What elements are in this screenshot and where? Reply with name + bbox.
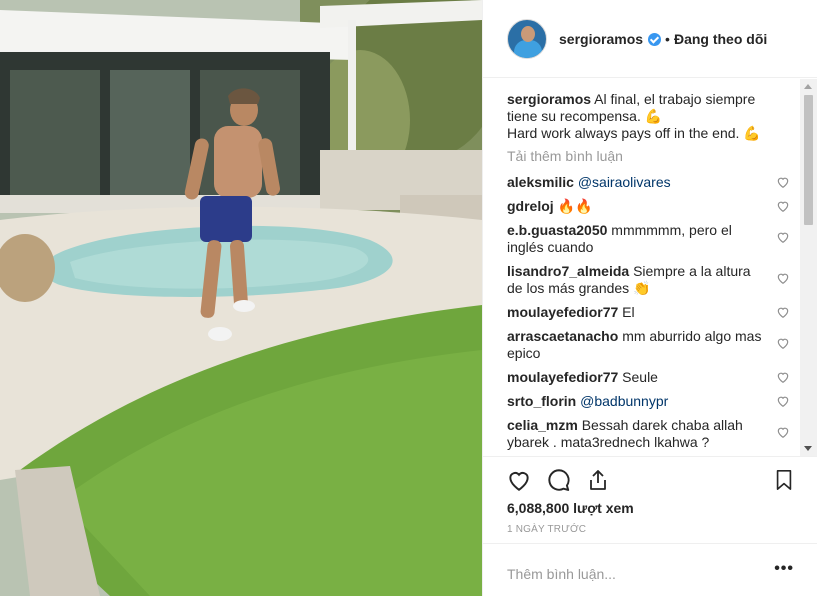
comment-username[interactable]: moulayefedior77 [507, 304, 618, 320]
add-comment-section: Thêm bình luận... ••• [483, 543, 817, 596]
comment-mention[interactable]: @sairaolivares [578, 174, 671, 190]
comment-text: El [622, 304, 635, 320]
comment-item: e.b.guasta2050 mmmmmm, pero el inglés cu… [507, 222, 789, 256]
comment-text: 🔥🔥 [557, 198, 593, 214]
comment-text: Seule [622, 369, 658, 385]
post-timestamp[interactable]: 1 NGÀY TRƯỚC [507, 524, 586, 535]
post-side-panel: sergioramos • Đang theo dõi sergioramos … [482, 0, 817, 596]
comment-item: arrascaetanacho mm aburrido algo mas epi… [507, 328, 789, 362]
comments-scrollbar[interactable] [800, 79, 817, 456]
scrollbar-thumb[interactable] [804, 95, 813, 225]
heart-icon[interactable] [776, 370, 790, 384]
comment-username[interactable]: moulayefedior77 [507, 369, 618, 385]
caption-username[interactable]: sergioramos [507, 91, 591, 107]
scroll-up-arrow-icon[interactable] [804, 84, 812, 89]
comment-item: aleksmilic @sairaolivares [507, 174, 789, 191]
post-video[interactable] [0, 0, 482, 596]
heart-icon[interactable] [505, 467, 533, 493]
more-options-icon[interactable]: ••• [774, 560, 794, 578]
post-header: sergioramos • Đang theo dõi [483, 0, 817, 78]
caption-text-en: Hard work always pays off in the end. 💪 [507, 125, 761, 141]
view-count[interactable]: 6,088,800 lượt xem [507, 500, 634, 516]
comment-item: gdreloj 🔥🔥 [507, 198, 789, 215]
post-actions-bar [483, 456, 817, 496]
heart-icon[interactable] [776, 336, 790, 350]
load-more-comments-link[interactable]: Tải thêm bình luận [507, 148, 817, 164]
comment-username[interactable]: srto_florin [507, 393, 576, 409]
comment-item: moulayefedior77 El [507, 304, 789, 321]
comment-username[interactable]: e.b.guasta2050 [507, 222, 607, 238]
heart-icon[interactable] [776, 394, 790, 408]
comment-username[interactable]: lisandro7_almeida [507, 263, 629, 279]
video-frame-illustration [0, 0, 482, 596]
share-icon[interactable] [586, 467, 610, 493]
comment-username[interactable]: arrascaetanacho [507, 328, 618, 344]
comment-item: celia_mzm Bessah darek chaba allah ybare… [507, 417, 789, 451]
heart-icon[interactable] [776, 175, 790, 189]
comment-mention[interactable]: @badbunnypr [580, 393, 668, 409]
scroll-down-arrow-icon[interactable] [804, 446, 812, 451]
following-button[interactable]: Đang theo dõi [674, 31, 767, 47]
comment-item: lisandro7_almeida Siempre a la altura de… [507, 263, 789, 297]
heart-icon[interactable] [776, 425, 790, 439]
comments-list[interactable]: sergioramos Al final, el trabajo siempre… [483, 79, 817, 456]
comment-icon[interactable] [546, 467, 572, 493]
heart-icon[interactable] [776, 230, 790, 244]
comment-item: srto_florin @badbunnypr [507, 393, 789, 410]
header-username[interactable]: sergioramos [559, 31, 643, 47]
comment-username[interactable]: celia_mzm [507, 417, 578, 433]
comment-username[interactable]: aleksmilic [507, 174, 574, 190]
header-separator: • [665, 30, 670, 47]
avatar[interactable] [507, 18, 547, 59]
heart-icon[interactable] [776, 271, 790, 285]
comment-item: moulayefedior77 Seule [507, 369, 789, 386]
post-caption: sergioramos Al final, el trabajo siempre… [507, 91, 777, 142]
comment-username[interactable]: gdreloj [507, 198, 554, 214]
verified-badge-icon [648, 33, 662, 46]
bookmark-icon[interactable] [773, 467, 795, 493]
add-comment-input[interactable]: Thêm bình luận... [507, 566, 616, 582]
heart-icon[interactable] [776, 199, 790, 213]
heart-icon[interactable] [776, 305, 790, 319]
